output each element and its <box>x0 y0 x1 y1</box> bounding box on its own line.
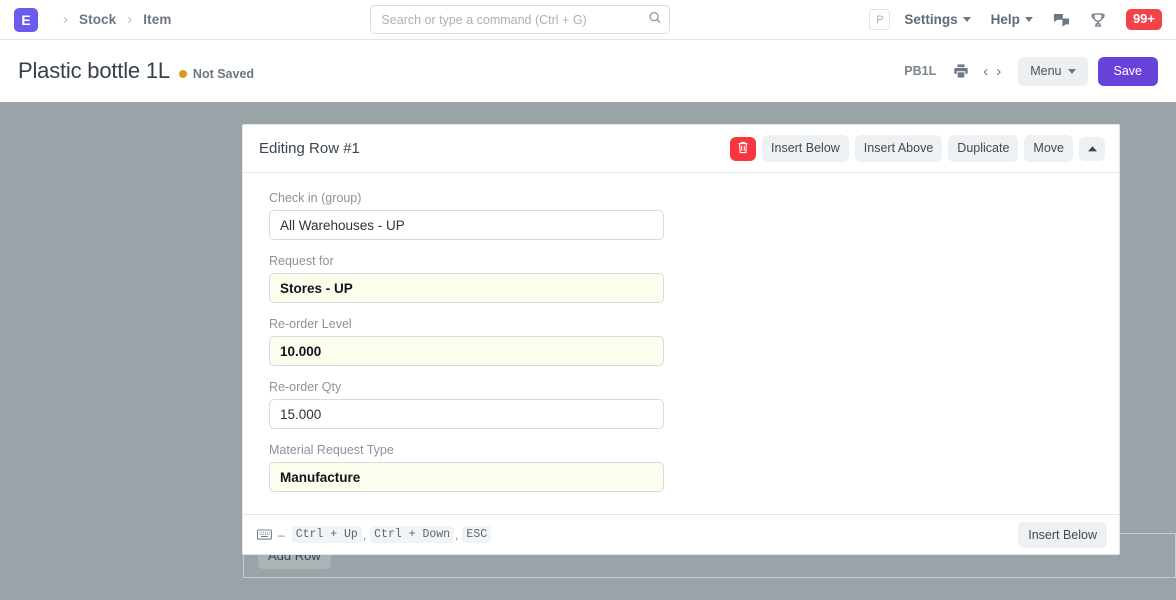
search-wrapper <box>370 5 670 34</box>
field-reorder-level: Re-order Level <box>269 317 664 366</box>
breadcrumb-stock[interactable]: Stock <box>79 12 116 27</box>
field-check-in-group: Check in (group) <box>269 191 664 240</box>
keyboard-shortcut-hints: – Ctrl + Up , Ctrl + Down , ESC <box>257 526 491 543</box>
breadcrumb-separator-icon: › <box>127 12 132 27</box>
next-record-button[interactable]: › <box>993 62 1004 81</box>
reorder-qty-input[interactable] <box>269 399 664 429</box>
shortcut-ctrl-down: Ctrl + Down <box>370 526 454 543</box>
breadcrumb-item[interactable]: Item <box>143 12 171 27</box>
insert-above-button[interactable]: Insert Above <box>855 135 943 162</box>
menu-button[interactable]: Menu <box>1018 57 1087 86</box>
field-material-request-type: Material Request Type <box>269 443 664 492</box>
settings-menu[interactable]: Settings <box>904 12 970 27</box>
request-for-input[interactable] <box>269 273 664 303</box>
help-menu[interactable]: Help <box>991 12 1033 27</box>
insert-below-button[interactable]: Insert Below <box>762 135 849 162</box>
prev-record-button[interactable]: ‹ <box>980 62 991 81</box>
menu-button-label: Menu <box>1030 64 1061 79</box>
keyboard-icon <box>257 529 272 540</box>
page-header: Plastic bottle 1L Not Saved PB1L ‹ › Men… <box>0 40 1176 102</box>
print-icon[interactable] <box>950 60 972 82</box>
row-editor-footer: – Ctrl + Up , Ctrl + Down , ESC Insert B… <box>243 514 1119 554</box>
trash-icon <box>737 141 749 157</box>
chat-icon[interactable] <box>1053 12 1070 28</box>
field-label: Check in (group) <box>269 191 664 205</box>
row-editor-header: Editing Row #1 Insert Below Insert Above… <box>243 125 1119 173</box>
footer-insert-below-button[interactable]: Insert Below <box>1018 522 1107 548</box>
navbar-left: E › Stock › Item <box>14 8 171 32</box>
check-in-group-input[interactable] <box>269 210 664 240</box>
avatar-letter: P <box>876 14 883 26</box>
status-badge-label: Not Saved <box>193 67 254 81</box>
shortcut-ctrl-up: Ctrl + Up <box>292 526 362 543</box>
chevron-down-icon <box>1068 69 1076 74</box>
search-input[interactable] <box>370 5 670 34</box>
hint-separator: , <box>363 528 366 542</box>
reorder-level-input[interactable] <box>269 336 664 366</box>
hint-separator: , <box>455 528 458 542</box>
field-request-for: Request for <box>269 254 664 303</box>
page-title: Plastic bottle 1L <box>18 58 170 84</box>
status-dot-icon <box>179 70 187 78</box>
trophy-icon[interactable] <box>1090 12 1106 28</box>
save-button[interactable]: Save <box>1098 57 1159 86</box>
delete-row-button[interactable] <box>730 137 756 161</box>
app-logo-letter: E <box>21 12 30 28</box>
move-button[interactable]: Move <box>1024 135 1073 162</box>
navbar-center <box>171 5 869 34</box>
navbar-right: P Settings Help 99+ <box>869 9 1162 30</box>
page-body: Add Row Editing Row #1 Insert Be <box>0 102 1176 600</box>
page-header-actions: PB1L ‹ › Menu Save <box>904 57 1158 86</box>
material-request-type-input[interactable] <box>269 462 664 492</box>
field-reorder-qty: Re-order Qty <box>269 380 664 429</box>
notification-badge[interactable]: 99+ <box>1126 9 1162 30</box>
help-menu-label: Help <box>991 12 1020 27</box>
breadcrumb-separator-icon: › <box>63 12 68 27</box>
shortcut-esc: ESC <box>462 526 491 543</box>
chevron-up-icon <box>1087 141 1098 156</box>
row-editor-footer-actions: Insert Below <box>1018 522 1107 548</box>
row-editor-title: Editing Row #1 <box>259 140 360 157</box>
record-navigation: ‹ › <box>980 62 1004 81</box>
row-editor-body: Check in (group) Request for Re-order Le… <box>243 173 1119 514</box>
chevron-down-icon <box>963 17 971 22</box>
settings-menu-label: Settings <box>904 12 957 27</box>
navbar: E › Stock › Item P Settings Help <box>0 0 1176 40</box>
field-label: Request for <box>269 254 664 268</box>
duplicate-button[interactable]: Duplicate <box>948 135 1018 162</box>
field-label: Re-order Qty <box>269 380 664 394</box>
form-column: Check in (group) Request for Re-order Le… <box>269 191 664 492</box>
document-id: PB1L <box>904 64 936 78</box>
collapse-button[interactable] <box>1079 137 1105 161</box>
field-label: Re-order Level <box>269 317 664 331</box>
field-label: Material Request Type <box>269 443 664 457</box>
avatar[interactable]: P <box>869 9 890 30</box>
row-editor-actions: Insert Below Insert Above Duplicate Move <box>730 135 1105 162</box>
status-badge: Not Saved <box>179 67 254 81</box>
chevron-down-icon <box>1025 17 1033 22</box>
title-block: Plastic bottle 1L Not Saved <box>18 58 254 84</box>
hint-dash: – <box>278 528 285 542</box>
row-editor-panel: Editing Row #1 Insert Below Insert Above… <box>242 124 1120 555</box>
app-logo[interactable]: E <box>14 8 38 32</box>
